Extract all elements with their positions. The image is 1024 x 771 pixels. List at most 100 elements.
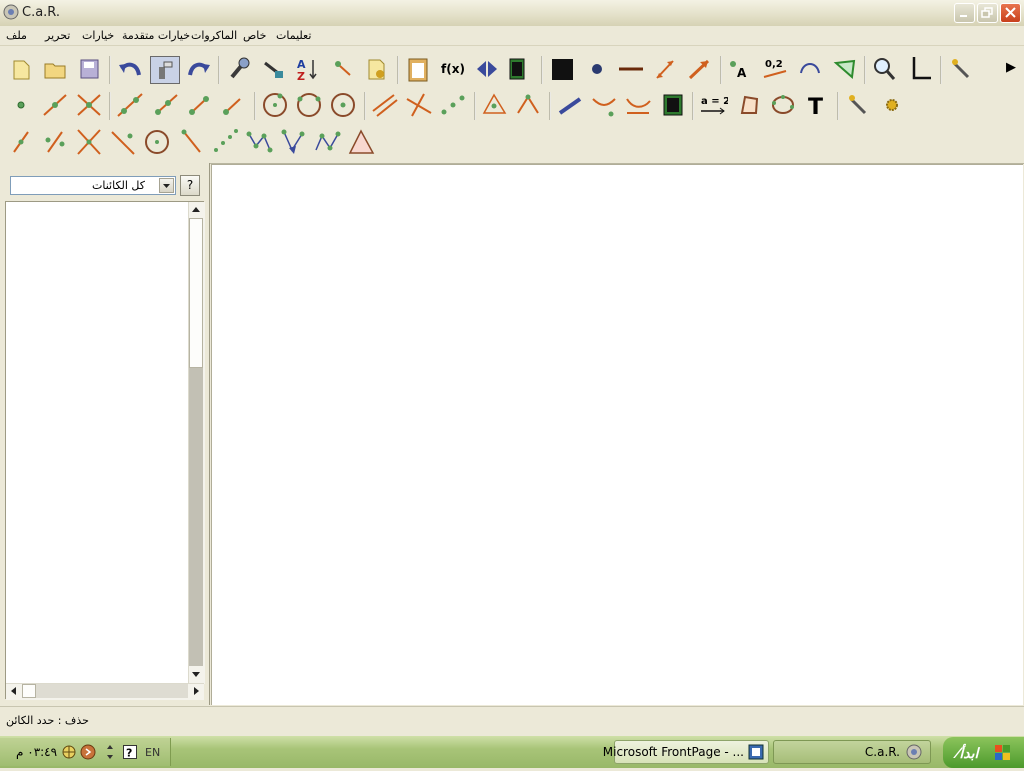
close-button[interactable] [1000, 3, 1021, 23]
scroll-right-icon[interactable] [188, 684, 204, 698]
fx-label: f(x) [441, 62, 465, 76]
menu-special[interactable]: خاص [243, 29, 266, 42]
scroll-down-icon[interactable] [188, 666, 204, 683]
menu-edit[interactable]: تحرير [45, 29, 70, 42]
macro-cross-icon[interactable] [74, 126, 104, 158]
axes-icon[interactable] [904, 53, 934, 85]
expression-icon[interactable]: a = 2 [698, 89, 728, 121]
tray-arrow-icon[interactable] [80, 744, 96, 760]
reflect-line-icon[interactable] [589, 89, 619, 121]
function-icon[interactable]: f(x) [438, 53, 468, 85]
new-file-icon[interactable] [6, 53, 36, 85]
undo-icon[interactable] [115, 53, 145, 85]
macro-triangle-icon[interactable] [346, 126, 376, 158]
horizontal-scroll-thumb[interactable] [22, 684, 36, 698]
settings-doc-icon[interactable] [362, 53, 392, 85]
circle-compass-icon[interactable] [294, 89, 324, 121]
taskbar-button-frontpage[interactable]: Microsoft FrontPage - ... [603, 740, 769, 764]
edit-tool-icon[interactable] [224, 53, 254, 85]
menu-advanced-options[interactable]: خيارات متقدمة [122, 29, 190, 42]
perpendicular-icon[interactable] [404, 89, 434, 121]
fill-square-icon[interactable] [547, 53, 577, 85]
label-a-text: A [737, 66, 747, 80]
clock[interactable]: ٠٣:٤٩ م [16, 745, 57, 759]
title-bar[interactable] [0, 0, 1024, 27]
macro-tree-icon[interactable] [278, 126, 308, 158]
restore-button[interactable] [977, 3, 998, 23]
menu-macros[interactable]: الماكروات [191, 29, 237, 42]
run-macro-icon[interactable] [843, 89, 873, 121]
language-indicator[interactable]: EN [145, 746, 160, 759]
scroll-left-icon[interactable] [6, 684, 22, 698]
move-point-icon[interactable] [555, 89, 585, 121]
tray-updown-icon[interactable] [104, 744, 116, 760]
paint-tool-icon[interactable] [258, 53, 288, 85]
angle-bisector-icon[interactable] [513, 89, 543, 121]
arc-style-icon[interactable] [795, 53, 825, 85]
line-tool-icon[interactable] [115, 89, 145, 121]
point-tool-icon[interactable] [6, 89, 36, 121]
help-tray-icon[interactable]: ? [123, 745, 137, 760]
arrow-bidir-icon[interactable] [650, 53, 680, 85]
menu-options[interactable]: خيارات [82, 29, 114, 42]
macro-chain-icon[interactable] [244, 126, 274, 158]
parallel-icon[interactable] [370, 89, 400, 121]
horizontal-scroll-track[interactable] [36, 684, 188, 698]
macro-circle-icon[interactable] [142, 126, 172, 158]
text-tool-icon[interactable]: T [802, 89, 832, 121]
construction-canvas[interactable] [211, 164, 1023, 705]
network-globe-icon[interactable] [62, 745, 76, 759]
app-icon[interactable] [3, 4, 19, 20]
redo-icon[interactable] [184, 53, 214, 85]
track-icon[interactable] [623, 89, 653, 121]
macro-line-point-icon[interactable] [6, 126, 36, 158]
point-size-icon[interactable] [582, 53, 612, 85]
film-icon[interactable] [504, 53, 534, 85]
gear-icon[interactable] [877, 89, 907, 121]
chevron-down-icon[interactable] [159, 178, 174, 193]
clipboard-icon[interactable] [403, 53, 433, 85]
macro-zigzag-icon[interactable] [312, 126, 342, 158]
scroll-up-icon[interactable] [188, 202, 204, 218]
arrow-icon[interactable] [684, 53, 714, 85]
delete-tool-icon[interactable] [150, 53, 180, 85]
sort-az-icon[interactable]: AZ [292, 53, 322, 85]
macro-wand-icon[interactable] [946, 53, 976, 85]
object-list[interactable] [5, 201, 204, 699]
number-label-icon[interactable]: 0,2 [760, 53, 790, 85]
line-style-icon[interactable] [616, 53, 646, 85]
angle-icon[interactable] [830, 53, 860, 85]
help-button[interactable]: ? [180, 175, 200, 196]
fixed-segment-icon[interactable] [218, 89, 248, 121]
hide-tool-icon[interactable] [328, 53, 358, 85]
minimize-button[interactable] [954, 3, 975, 23]
macro-two-points-icon[interactable] [40, 126, 70, 158]
vertical-scroll-thumb[interactable] [189, 218, 203, 368]
menu-help[interactable]: تعليمات [276, 29, 311, 42]
save-file-icon[interactable] [74, 53, 104, 85]
fixed-circle-icon[interactable] [328, 89, 358, 121]
reflect-icon[interactable] [472, 53, 502, 85]
macro-slope-icon[interactable] [176, 126, 206, 158]
segment-tool-icon[interactable] [184, 89, 214, 121]
conic-icon[interactable] [768, 89, 798, 121]
start-button[interactable]: ⁄ابدأ [943, 737, 1024, 768]
vertical-scroll-track[interactable] [189, 368, 203, 666]
midpoint-icon[interactable] [438, 89, 468, 121]
circle-tool-icon[interactable] [260, 89, 290, 121]
menu-file[interactable]: ملف [6, 29, 27, 42]
intersection-icon[interactable] [74, 89, 104, 121]
macro-diagonal-icon[interactable] [108, 126, 138, 158]
polygon-icon[interactable] [734, 89, 764, 121]
macro-dots-icon[interactable] [210, 126, 240, 158]
animation-icon[interactable] [658, 89, 688, 121]
object-filter-select[interactable]: كل الكائنات [10, 176, 176, 195]
taskbar-button-car[interactable]: C.a.R. [773, 740, 931, 764]
ray-tool-icon[interactable] [150, 89, 180, 121]
triangle-center-icon[interactable] [479, 89, 509, 121]
point-on-line-icon[interactable] [40, 89, 70, 121]
open-file-icon[interactable] [40, 53, 70, 85]
zoom-icon[interactable] [869, 53, 899, 85]
label-point-icon[interactable]: A [725, 53, 755, 85]
toolbar-overflow-arrow[interactable]: ▶ [1006, 60, 1016, 75]
